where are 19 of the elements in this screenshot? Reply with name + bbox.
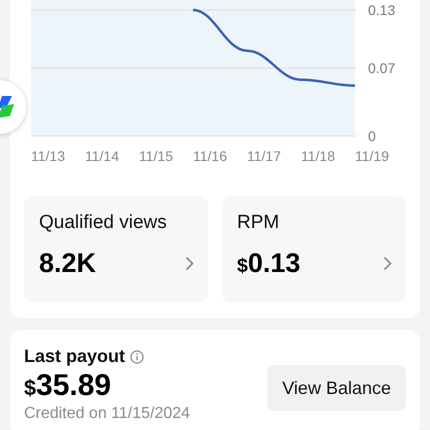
payout-amount: $35.89: [24, 369, 112, 403]
axis-label: 11/14: [85, 148, 119, 164]
axis-label: 11/19: [355, 148, 389, 164]
stat-card[interactable]: Qualified views 8.2K: [24, 196, 208, 303]
view-balance-button[interactable]: View Balance: [267, 365, 406, 411]
axis-label: 11/17: [247, 148, 281, 164]
axis-label: 11/13: [31, 148, 65, 164]
axis-label: 0.07: [368, 60, 396, 76]
axis-label: 11/18: [301, 148, 335, 164]
axis-label: 0.13: [368, 2, 396, 18]
info-icon[interactable]: [130, 350, 144, 364]
axis-label: 0: [368, 128, 376, 144]
stat-card[interactable]: RPM $0.13: [222, 196, 406, 303]
chevron-icon: [383, 256, 392, 271]
payout-title: Last payout: [24, 346, 126, 367]
axis-label: 11/15: [139, 148, 173, 164]
axis-label: 11/16: [193, 148, 227, 164]
chevron-icon: [185, 256, 194, 271]
credited-note: Credited on 11/15/2024: [24, 405, 190, 423]
